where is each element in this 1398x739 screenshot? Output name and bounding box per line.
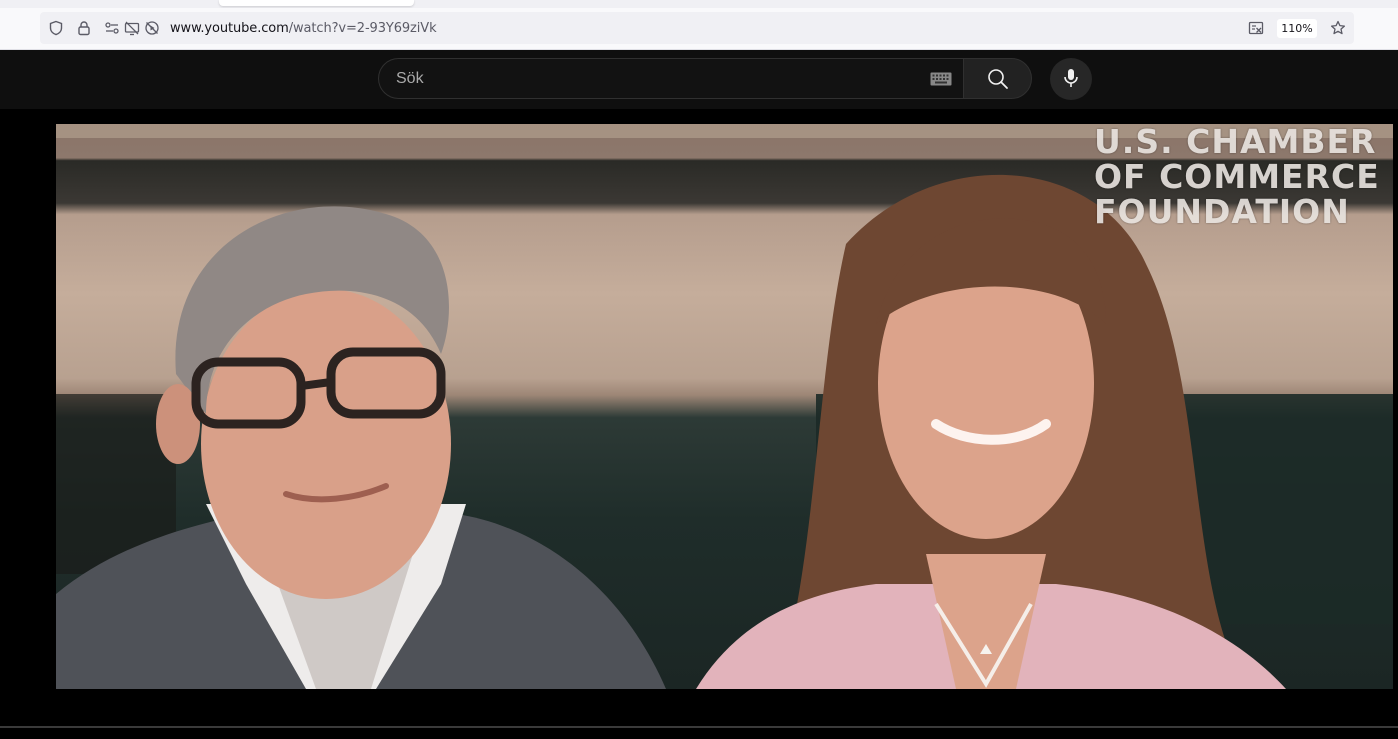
search-input[interactable] [379, 59, 919, 98]
permissions-icon[interactable] [104, 20, 120, 36]
watermark-line-3: FOUNDATION [1094, 192, 1350, 231]
url-text[interactable]: www.youtube.com/watch?v=2-93Y69ziVk [170, 21, 437, 36]
shield-icon[interactable] [48, 20, 64, 36]
search-button[interactable] [963, 58, 1032, 99]
address-bar[interactable]: www.youtube.com/watch?v=2-93Y69ziVk 110% [40, 12, 1354, 44]
keyboard-icon[interactable] [930, 72, 952, 86]
voice-search-button[interactable] [1050, 58, 1092, 100]
browser-toolbar: www.youtube.com/watch?v=2-93Y69ziVk 110% [0, 8, 1398, 50]
bookmark-star-icon[interactable] [1330, 20, 1346, 36]
active-tab[interactable] [219, 0, 414, 6]
video-frame[interactable]: U.S. CHAMBER OF COMMERCE FOUNDATION [56, 124, 1393, 689]
autoplay-blocked-icon[interactable] [144, 20, 160, 36]
channel-watermark: U.S. CHAMBER OF COMMERCE FOUNDATION [1094, 124, 1380, 229]
watermark-line-2: OF COMMERCE [1094, 157, 1380, 196]
url-path: /watch?v=2-93Y69ziVk [288, 21, 437, 36]
url-host: www.youtube.com [170, 21, 289, 36]
reader-view-icon[interactable] [1248, 20, 1264, 36]
camera-blocked-icon[interactable] [124, 20, 140, 36]
browser-tab-strip [0, 0, 1398, 8]
zoom-level-button[interactable]: 110% [1277, 19, 1317, 38]
watermark-line-1: U.S. CHAMBER [1094, 124, 1377, 161]
search-box[interactable] [378, 58, 963, 99]
player-bottom-divider [0, 726, 1398, 728]
lock-icon[interactable] [76, 20, 92, 36]
video-player[interactable]: U.S. CHAMBER OF COMMERCE FOUNDATION [0, 109, 1398, 739]
search-icon [988, 69, 1008, 89]
youtube-masthead [0, 50, 1398, 109]
microphone-icon [1064, 69, 1078, 87]
